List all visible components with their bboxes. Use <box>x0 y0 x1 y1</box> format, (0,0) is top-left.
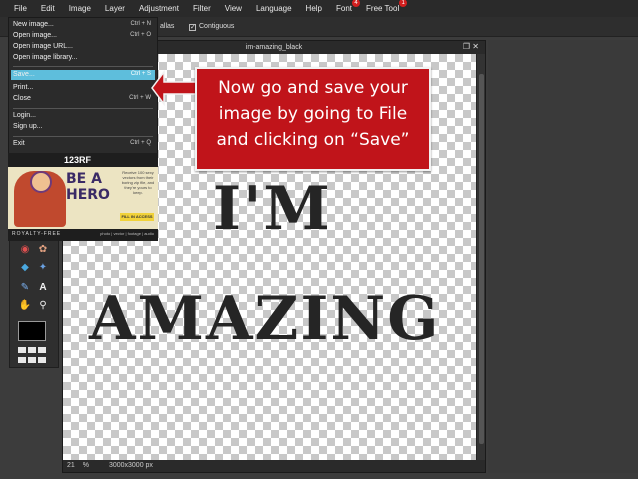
menu-font[interactable]: Font 4 <box>336 0 361 13</box>
ad-logo: 123RF <box>64 155 92 165</box>
sponge-tool-icon[interactable]: ✦ <box>36 261 50 275</box>
menu-open-library[interactable]: Open image library... <box>13 54 77 61</box>
image-size: 3000x3000 px <box>108 462 153 469</box>
advertisement-banner[interactable]: 123RF BE A HERO Receive 100 sexy vectors… <box>8 153 158 241</box>
shortcut-exit: Ctrl + Q <box>130 140 151 146</box>
callout-line-3: and clicking on “Save” <box>216 130 410 150</box>
menu-separator <box>13 66 153 67</box>
callout-arrow-icon <box>151 69 197 107</box>
canvas-text-im: I'M <box>213 174 332 244</box>
type-tool-icon[interactable]: A <box>36 281 50 295</box>
menu-separator <box>13 108 153 109</box>
callout-line-1: Now go and save your <box>218 78 408 98</box>
ad-headline-1: BE A <box>66 171 102 187</box>
menu-help[interactable]: Help <box>306 4 322 13</box>
menu-bar: File Edit Image Layer Adjustment Filter … <box>0 0 638 17</box>
hand-tool-icon[interactable]: ✋ <box>18 299 32 313</box>
menu-exit[interactable]: Exit <box>13 140 25 147</box>
zoom-value[interactable]: 21 <box>67 462 75 469</box>
spot-heal-tool-icon[interactable]: ✿ <box>36 243 50 257</box>
red-eye-tool-icon[interactable]: ◉ <box>18 243 32 257</box>
menu-close[interactable]: Close <box>13 95 31 102</box>
scrollbar-thumb[interactable] <box>479 74 484 444</box>
vertical-scrollbar[interactable] <box>476 54 485 462</box>
shortcut-save: Ctrl + S <box>130 71 151 77</box>
menu-language[interactable]: Language <box>256 4 292 13</box>
menu-save[interactable]: Save... <box>13 71 35 78</box>
menu-file[interactable]: File <box>14 4 27 13</box>
ad-tagline: Receive 100 sexy vectors from their bori… <box>121 170 155 195</box>
callout-line-2: image by going to File <box>218 104 408 124</box>
window-controls: ❐ ✕ <box>463 42 479 51</box>
file-menu-dropdown: New image... Ctrl + N Open image... Ctrl… <box>8 17 158 167</box>
font-badge: 4 <box>352 0 361 7</box>
zoom-unit: % <box>82 462 89 469</box>
color-picker-icon[interactable]: ✎ <box>18 281 32 295</box>
ad-headline: BE A HERO <box>66 171 110 203</box>
menu-separator <box>13 136 153 137</box>
hero-head <box>30 171 52 193</box>
ad-body: BE A HERO Receive 100 sexy vectors from … <box>8 167 158 229</box>
hero-illustration <box>14 171 66 227</box>
menu-adjustment[interactable]: Adjustment <box>139 4 179 13</box>
menu-font-label: Font <box>336 4 353 13</box>
menu-layer[interactable]: Layer <box>105 4 125 13</box>
shortcut-new: Ctrl + N <box>130 21 151 27</box>
ad-footer-label: ROYALTY-FREE <box>12 231 62 237</box>
menu-open-url[interactable]: Open image URL... <box>13 43 73 50</box>
menu-free-tool-label: Free Tool <box>366 4 400 13</box>
foreground-color-swatch[interactable] <box>18 321 46 341</box>
blur-tool-icon[interactable]: ◆ <box>18 261 32 275</box>
canvas-text-amazing: AMAZING <box>89 284 441 354</box>
maximize-icon[interactable]: ❐ <box>463 42 470 51</box>
menu-filter[interactable]: Filter <box>193 4 211 13</box>
free-tool-badge: 1 <box>399 0 408 7</box>
ad-footer-links: photo | vector | footage | audio <box>100 231 154 236</box>
menu-image[interactable]: Image <box>69 4 91 13</box>
ad-cta-button[interactable]: FILL IN ACCESS <box>120 213 154 221</box>
menu-view[interactable]: View <box>225 4 242 13</box>
menu-open-image[interactable]: Open image... <box>13 32 57 39</box>
menu-login[interactable]: Login... <box>13 112 36 119</box>
close-icon[interactable]: ✕ <box>472 42 479 51</box>
contiguous-option[interactable]: ✓ Contiguous <box>189 23 234 31</box>
ad-headline-2: HERO <box>66 187 110 203</box>
zoom-tool-icon[interactable]: ⚲ <box>36 299 50 313</box>
status-bar: 21 % 3000x3000 px <box>63 460 485 472</box>
menu-signup[interactable]: Sign up... <box>13 123 43 130</box>
shortcut-open: Ctrl + O <box>130 32 151 38</box>
menu-free-tool[interactable]: Free Tool 1 <box>366 0 408 13</box>
menu-new-image[interactable]: New image... <box>13 21 54 28</box>
checkmark-icon[interactable]: ✓ <box>189 24 196 31</box>
grid-icon[interactable] <box>18 347 48 365</box>
instruction-callout: Now go and save your image by going to F… <box>195 67 431 171</box>
option-partial-label: allas <box>160 23 175 30</box>
right-panel-area <box>488 40 638 473</box>
shortcut-close: Ctrl + W <box>129 95 151 101</box>
menu-print[interactable]: Print... <box>13 84 33 91</box>
contiguous-label: Contiguous <box>199 23 235 30</box>
menu-edit[interactable]: Edit <box>41 4 55 13</box>
